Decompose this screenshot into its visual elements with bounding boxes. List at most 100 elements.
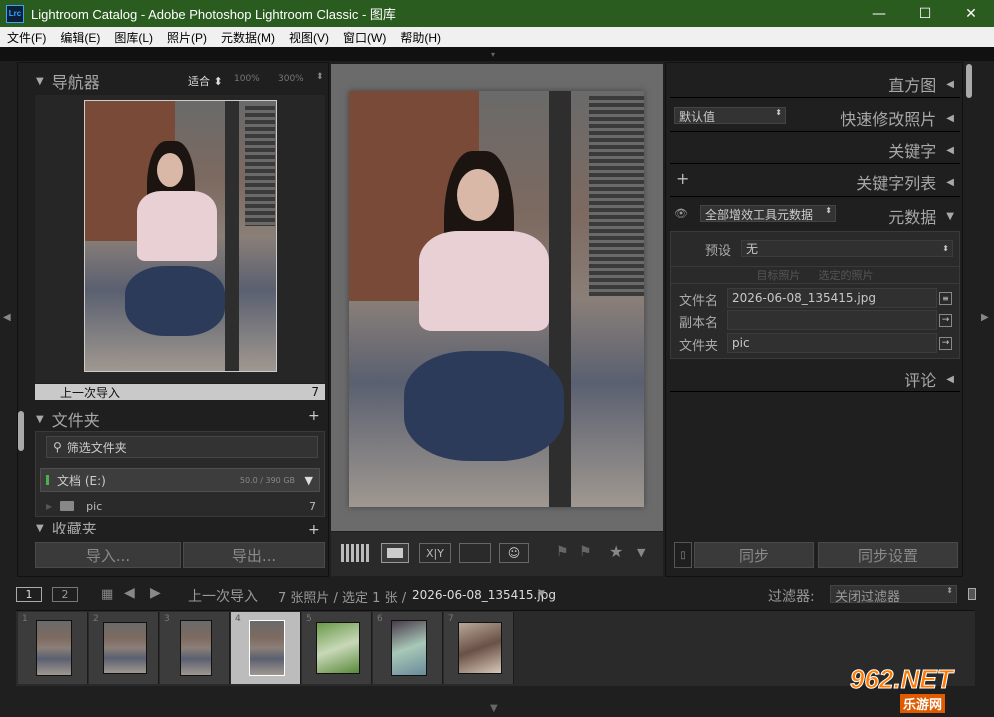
photo-count: 7 张照片 / 选定 1 张 / — [278, 591, 407, 606]
metadata-preset-select[interactable]: 全部增效工具元数据 ⬍ — [700, 205, 836, 222]
copy-name-arrow-icon[interactable]: → — [939, 314, 952, 327]
volume-name: 文档 (E:) — [57, 473, 106, 488]
maximize-button[interactable]: ☐ — [902, 0, 948, 27]
back-arrow-icon[interactable]: ◀ — [124, 585, 135, 601]
minimize-button[interactable]: — — [856, 0, 902, 27]
toolbar-menu-icon[interactable]: ▼ — [637, 546, 645, 559]
zoom-stepper-icon[interactable]: ⬍ — [316, 72, 324, 82]
target-photo-tab[interactable]: 目标照片 — [757, 267, 801, 283]
menu-edit[interactable]: 编辑(E) — [53, 29, 107, 46]
filename-dropdown-icon[interactable]: ▼ — [538, 589, 545, 599]
filmstrip-thumb[interactable]: 5 — [302, 612, 372, 684]
collapse-triangle-icon: ▼ — [36, 522, 44, 534]
grid-icon[interactable]: ▦ — [101, 587, 113, 602]
main-photo — [349, 91, 644, 507]
right-panel: 直方图 ◀ 默认值 ⬍ 快速修改照片 ◀ 关键字 ◀ + 关键字列表 ◀ 👁 全部增效工具… — [665, 62, 963, 577]
metadata-header[interactable]: 元数据 ▼ — [888, 204, 954, 228]
copy-name-field[interactable] — [727, 310, 937, 330]
collapse-top-arrow-icon[interactable]: ▾ — [491, 50, 501, 59]
filename-field[interactable]: 2026-06-08_135415.jpg — [727, 288, 937, 308]
right-scrollbar[interactable] — [966, 64, 972, 98]
grid-view-icon[interactable] — [341, 544, 369, 562]
menu-help[interactable]: 帮助(H) — [393, 29, 448, 46]
navigator-header[interactable]: ▼ 导航器 — [36, 69, 100, 93]
zoom-fit[interactable]: 适合 ⬍ — [188, 73, 223, 89]
collections-title: 收藏夹 — [51, 522, 97, 534]
menu-library[interactable]: 图库(L) — [107, 29, 160, 46]
secondary-window-button[interactable]: 2 — [52, 587, 78, 602]
reject-flag-icon[interactable]: ⚑ — [579, 544, 592, 560]
rating-star-icon[interactable]: ★ — [609, 542, 623, 561]
quick-develop-preset-select[interactable]: 默认值 ⬍ — [674, 107, 786, 124]
close-button[interactable]: ✕ — [948, 0, 994, 27]
folder-expand-icon[interactable]: ▶ — [46, 502, 52, 511]
people-view-icon[interactable]: ☺ — [499, 543, 529, 563]
folders-panel: ⚲ 筛选文件夹 文档 (E:) 50.0 / 390 GB ▼ ▶ pic 7 — [35, 431, 325, 517]
filmstrip-thumb[interactable]: 3 — [160, 612, 230, 684]
forward-arrow-icon[interactable]: ▶ — [150, 585, 161, 601]
histogram-header[interactable]: 直方图 ◀ — [888, 72, 954, 96]
filmstrip-bar: 1 2 ▦ ◀ ▶ 上一次导入 7 张照片 / 选定 1 张 / 2026-06… — [0, 580, 994, 610]
add-keyword-icon[interactable]: + — [676, 169, 689, 188]
keywording-header[interactable]: 关键字 ◀ — [888, 138, 954, 162]
add-folder-icon[interactable]: + — [308, 408, 320, 424]
collections-header[interactable]: ▼ 收藏夹 — [36, 522, 97, 534]
last-import-row[interactable]: 上一次导入 7 — [35, 384, 325, 400]
add-collection-icon[interactable]: + — [308, 522, 320, 534]
current-filename[interactable]: 2026-06-08_135415.jpg — [412, 588, 556, 602]
filmstrip-thumb[interactable]: 1 — [18, 612, 88, 684]
zoom-300[interactable]: 300% — [278, 74, 304, 84]
filename-edit-icon[interactable]: ≡ — [939, 292, 952, 305]
navigator-title: 导航器 — [51, 73, 100, 92]
keyword-list-header[interactable]: 关键字列表 ◀ — [856, 170, 954, 194]
folder-arrow-icon[interactable]: → — [939, 337, 952, 350]
flag-icon[interactable]: ⚑ — [556, 544, 569, 560]
volume-row[interactable]: 文档 (E:) 50.0 / 390 GB ▼ — [40, 468, 320, 492]
filter-select[interactable]: 关闭过滤器 ⬍ — [830, 585, 957, 605]
comments-header[interactable]: 评论 ◀ — [904, 367, 954, 391]
left-panel: ▼ 导航器 适合 ⬍ 100% 300% ⬍ 上一次导入 7 ▼ 文件夹 + ⚲… — [17, 62, 329, 577]
right-panel-toggle-icon[interactable]: ▶ — [981, 312, 989, 323]
selected-photo-tab[interactable]: 选定的照片 — [819, 267, 874, 283]
folder-field[interactable]: pic — [727, 333, 937, 353]
left-scrollbar[interactable] — [18, 411, 24, 451]
menu-file[interactable]: 文件(F) — [0, 29, 53, 46]
loupe-view[interactable] — [331, 64, 663, 531]
module-picker-strip[interactable]: ▾ — [0, 47, 994, 61]
collapse-bottom-arrow-icon[interactable]: ▼ — [490, 703, 498, 714]
loupe-view-icon[interactable] — [381, 543, 409, 563]
filter-label: 过滤器: — [768, 589, 815, 605]
left-panel-toggle-icon[interactable]: ◀ — [3, 312, 11, 323]
sync-settings-button[interactable]: 同步设置 — [818, 542, 958, 568]
metadata-preset-field[interactable]: 无 ⬍ — [741, 240, 953, 257]
primary-window-button[interactable]: 1 — [16, 587, 42, 602]
menu-metadata[interactable]: 元数据(M) — [214, 29, 282, 46]
filmstrip-thumb[interactable]: 6 — [373, 612, 443, 684]
folder-filter-input[interactable]: ⚲ 筛选文件夹 — [46, 436, 318, 458]
source-label[interactable]: 上一次导入 — [188, 586, 258, 606]
folder-row-pic[interactable]: ▶ pic 7 — [46, 496, 318, 516]
sync-toggle-switch[interactable]: ▯ — [674, 542, 692, 568]
navigator-preview[interactable] — [35, 95, 325, 383]
zoom-100[interactable]: 100% — [234, 74, 260, 84]
quick-develop-header[interactable]: 快速修改照片 ◀ — [840, 106, 954, 130]
filmstrip-thumb[interactable]: 7 — [444, 612, 514, 684]
filmstrip-thumb-selected[interactable]: 4 — [231, 612, 301, 684]
export-button[interactable]: 导出... — [183, 542, 325, 568]
eye-icon[interactable]: 👁 — [674, 207, 688, 220]
volume-expand-icon[interactable]: ▼ — [305, 474, 313, 487]
menu-window[interactable]: 窗口(W) — [336, 29, 393, 46]
survey-view-icon[interactable] — [459, 543, 491, 563]
menu-photo[interactable]: 照片(P) — [160, 29, 214, 46]
import-button[interactable]: 导入... — [35, 542, 181, 568]
compare-view-icon[interactable]: X|Y — [419, 543, 451, 563]
volume-status-icon — [46, 475, 49, 485]
folders-title: 文件夹 — [51, 411, 100, 430]
filmstrip-thumb[interactable]: 2 — [89, 612, 159, 684]
sync-button[interactable]: 同步 — [694, 542, 814, 568]
watermark-logo: 962.NET 乐游网 — [850, 664, 953, 713]
filter-lock-icon[interactable] — [968, 588, 976, 600]
folder-label: 文件夹 — [679, 339, 719, 354]
menu-view[interactable]: 视图(V) — [282, 29, 336, 46]
folders-header[interactable]: ▼ 文件夹 — [36, 407, 100, 431]
